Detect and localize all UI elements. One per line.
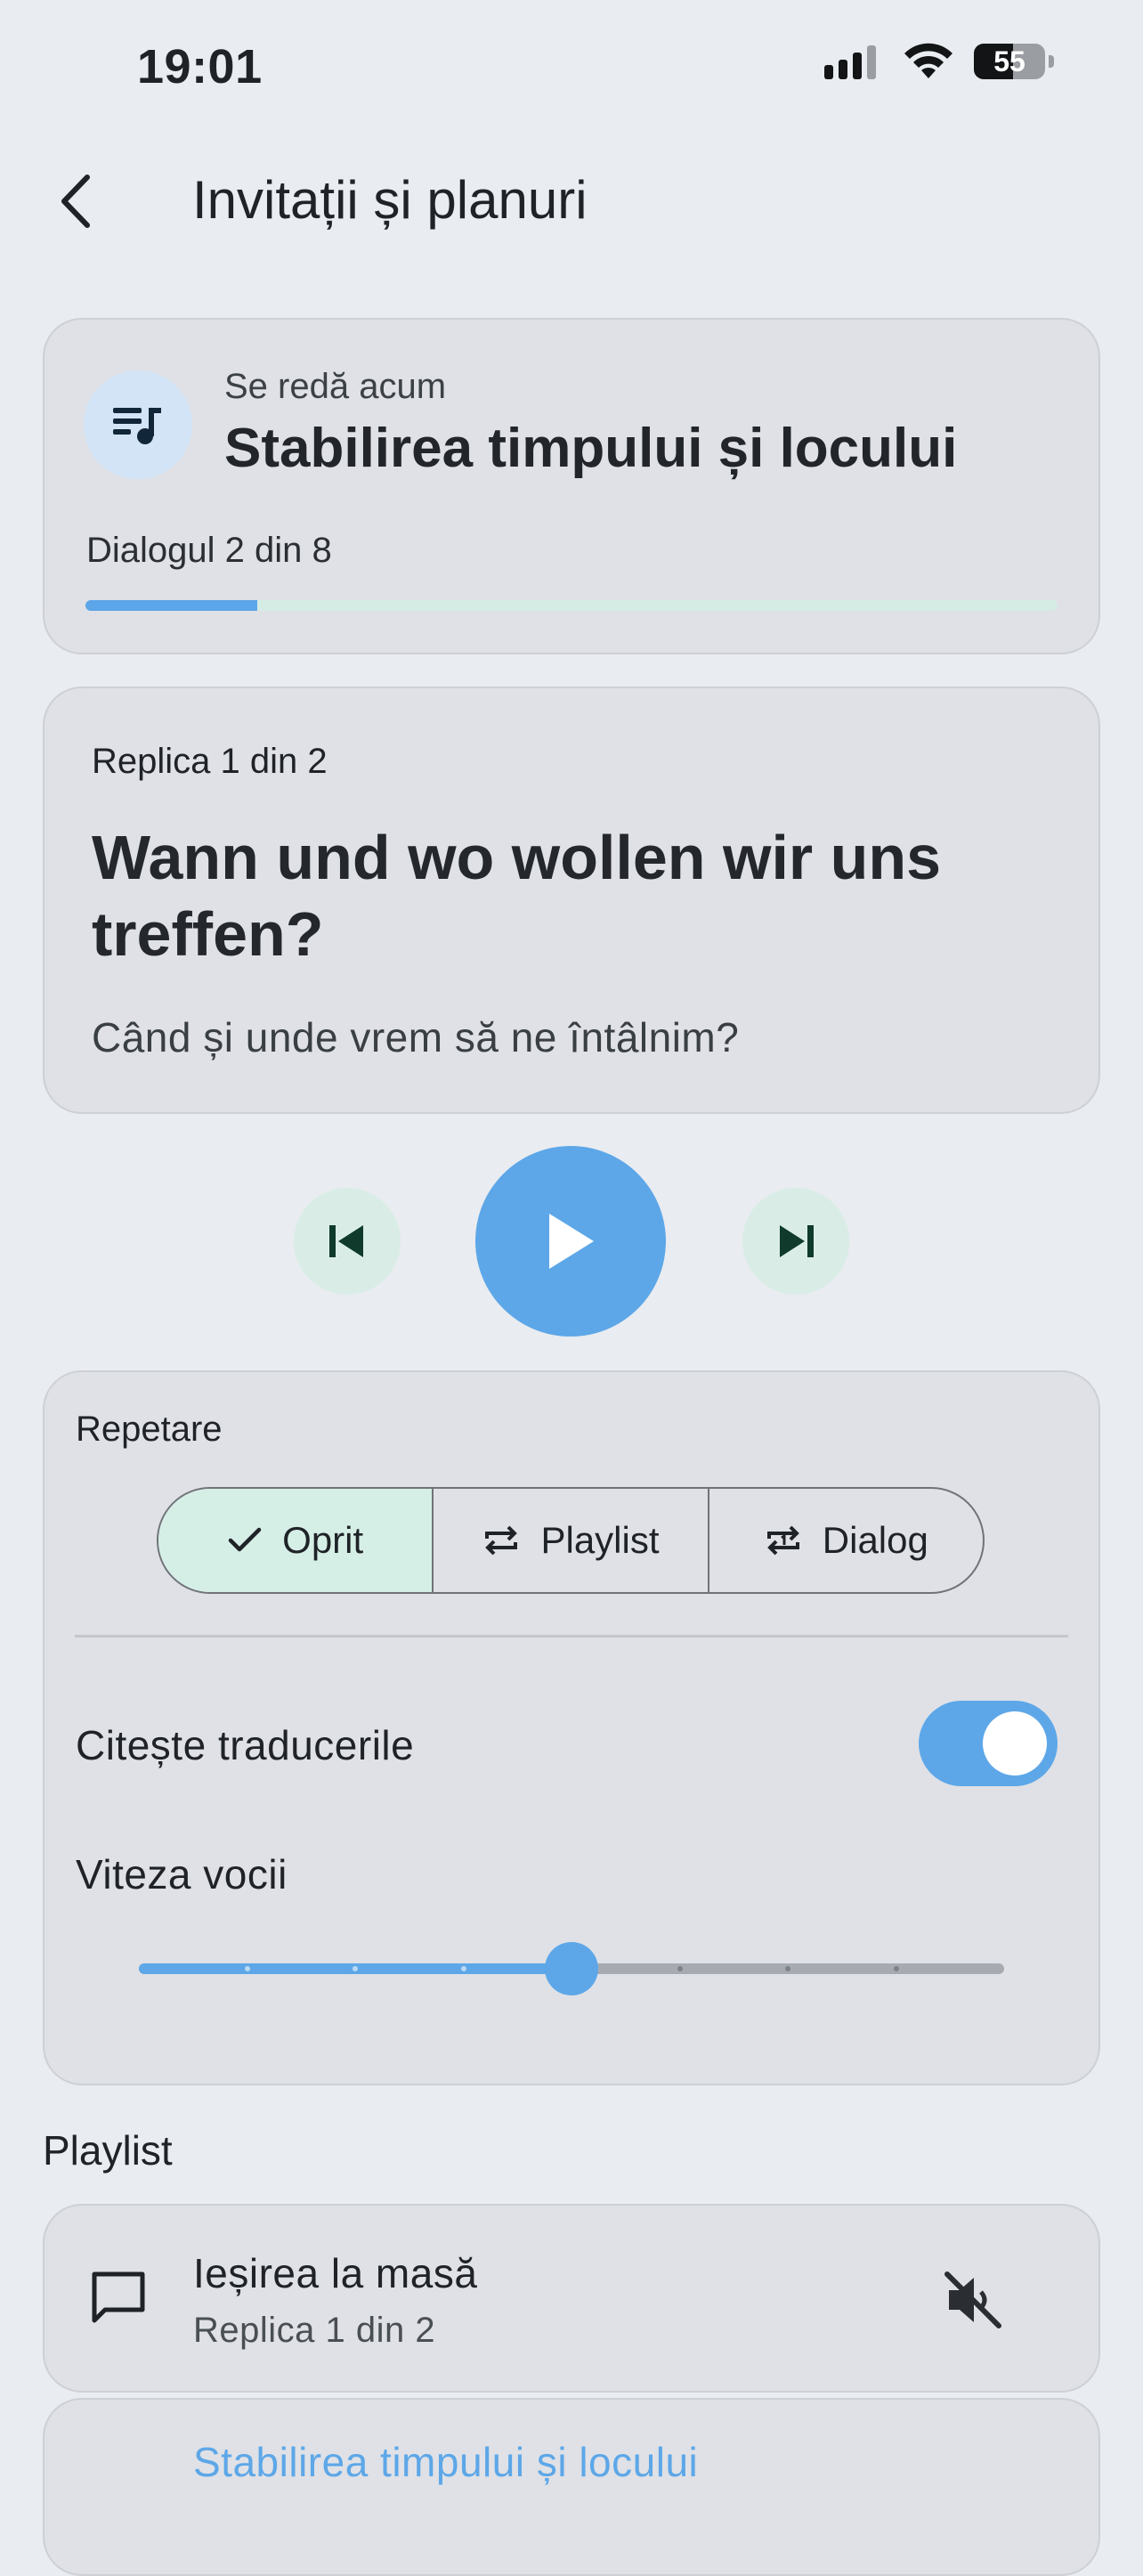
repeat-option-playlist[interactable]: Playlist bbox=[434, 1489, 709, 1592]
voice-speed-slider-thumb[interactable] bbox=[545, 1942, 598, 1995]
repeat-option-playlist-label: Playlist bbox=[540, 1519, 660, 1561]
status-icons: 55 bbox=[824, 43, 1054, 80]
playlist-item-active[interactable] bbox=[43, 2398, 1100, 2576]
back-button[interactable] bbox=[48, 166, 101, 237]
slider-tick bbox=[677, 1966, 683, 1971]
progress-bar bbox=[85, 600, 1058, 611]
skip-previous-icon bbox=[329, 1225, 363, 1257]
play-button[interactable] bbox=[475, 1146, 666, 1337]
slider-tick bbox=[460, 1966, 466, 1971]
read-translations-toggle[interactable] bbox=[919, 1701, 1058, 1786]
volume-off-icon[interactable] bbox=[942, 2269, 1004, 2331]
repeat-option-off-label: Oprit bbox=[282, 1519, 364, 1561]
previous-button[interactable] bbox=[294, 1188, 401, 1295]
queue-music-icon bbox=[84, 370, 192, 479]
repeat-label: Repetare bbox=[76, 1410, 223, 1449]
slider-tick bbox=[353, 1966, 358, 1971]
line-counter: Replica 1 din 2 bbox=[92, 742, 328, 781]
voice-speed-label: Viteza vocii bbox=[76, 1851, 288, 1897]
repeat-segmented-control: Oprit Playlist Dialog bbox=[157, 1487, 985, 1594]
next-button[interactable] bbox=[742, 1188, 849, 1295]
signal-icon bbox=[824, 45, 876, 79]
playlist-item-title: Stabilirea timpului și locului bbox=[193, 2439, 699, 2485]
german-sentence: Wann und wo wollen wir uns treffen? bbox=[92, 823, 942, 969]
chevron-left-icon bbox=[61, 175, 90, 228]
slider-tick bbox=[244, 1966, 250, 1971]
slider-tick bbox=[785, 1966, 790, 1971]
romanian-translation: Când și unde vrem să ne întâlnim? bbox=[92, 1014, 740, 1060]
repeat-one-icon bbox=[766, 1525, 799, 1556]
toggle-knob bbox=[983, 1711, 1047, 1776]
playlist-heading: Playlist bbox=[43, 2127, 173, 2174]
battery-icon: 55 bbox=[974, 44, 1045, 79]
battery-level: 55 bbox=[993, 45, 1025, 77]
settings-divider bbox=[75, 1635, 1068, 1637]
check-icon bbox=[228, 1527, 262, 1552]
playlist-item-title: Ieșirea la masă bbox=[193, 2250, 478, 2296]
now-playing-title: Stabilirea timpului și locului bbox=[224, 418, 958, 479]
play-icon bbox=[549, 1214, 594, 1269]
repeat-option-dialog[interactable]: Dialog bbox=[709, 1489, 983, 1592]
progress-bar-fill bbox=[85, 600, 258, 611]
skip-next-icon bbox=[780, 1225, 814, 1257]
now-playing-label: Se redă acum bbox=[224, 367, 447, 406]
wifi-icon bbox=[904, 43, 952, 78]
status-time: 19:01 bbox=[137, 40, 263, 93]
chat-bubble-icon bbox=[92, 2271, 145, 2323]
repeat-icon bbox=[485, 1525, 518, 1556]
read-translations-label: Citește traducerile bbox=[76, 1722, 415, 1768]
repeat-option-off[interactable]: Oprit bbox=[158, 1489, 434, 1592]
slider-tick bbox=[893, 1966, 899, 1971]
page-title: Invitații și planuri bbox=[192, 170, 588, 230]
repeat-option-dialog-label: Dialog bbox=[822, 1519, 928, 1561]
playlist-item-subtitle: Replica 1 din 2 bbox=[193, 2311, 436, 2350]
dialog-count: Dialogul 2 din 8 bbox=[86, 531, 332, 570]
